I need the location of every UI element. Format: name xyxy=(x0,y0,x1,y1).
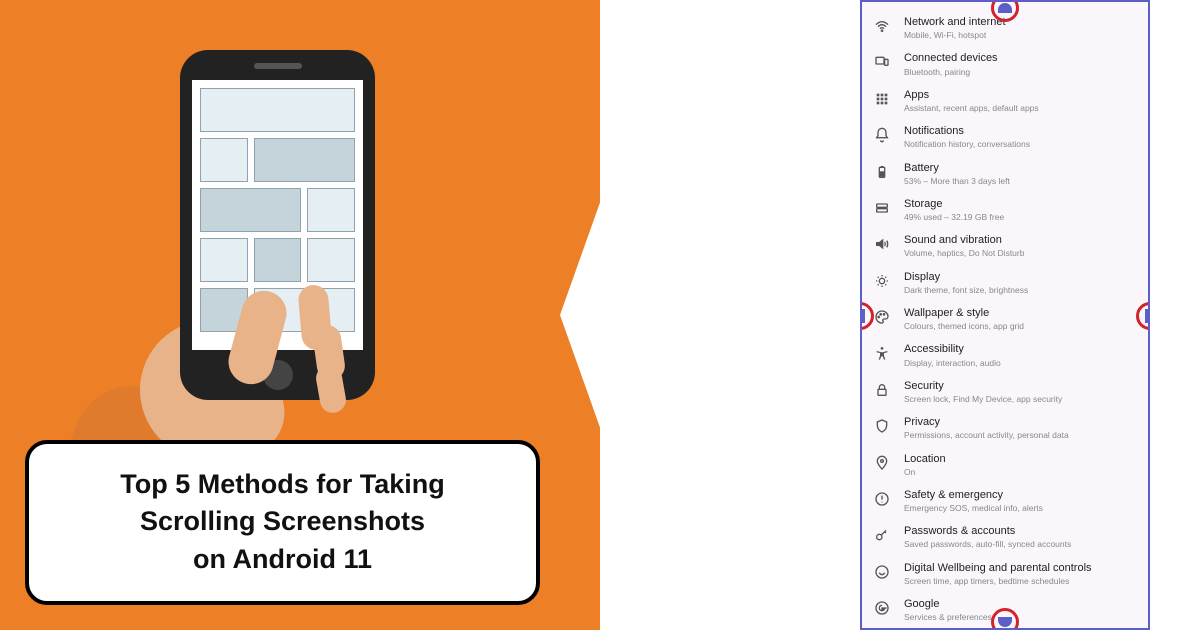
title-line-2: Scrolling Screenshots xyxy=(57,503,508,541)
settings-item-title: Safety & emergency xyxy=(904,489,1136,502)
settings-item-title: Privacy xyxy=(904,416,1136,429)
settings-item-subtitle: Mobile, Wi-Fi, hotspot xyxy=(904,30,1136,40)
settings-item-title: Battery xyxy=(904,162,1136,175)
settings-item-title: Sound and vibration xyxy=(904,234,1136,247)
settings-item-title: Display xyxy=(904,271,1136,284)
settings-item-subtitle: Notification history, conversations xyxy=(904,139,1136,149)
settings-item-subtitle: On xyxy=(904,467,1136,477)
battery-icon xyxy=(874,164,890,180)
settings-item-subtitle: 53% – More than 3 days left xyxy=(904,176,1136,186)
title-card: Top 5 Methods for Taking Scrolling Scree… xyxy=(25,440,540,605)
apps-icon xyxy=(874,91,890,107)
wifi-icon xyxy=(874,18,890,34)
settings-item-subtitle: Emergency SOS, medical info, alerts xyxy=(904,503,1136,513)
settings-item[interactable]: LocationOn xyxy=(874,447,1136,483)
settings-item[interactable]: Sound and vibrationVolume, haptics, Do N… xyxy=(874,228,1136,264)
settings-item-title: Wallpaper & style xyxy=(904,307,1136,320)
settings-item[interactable]: NotificationsNotification history, conve… xyxy=(874,119,1136,155)
settings-item[interactable]: Safety & emergencyEmergency SOS, medical… xyxy=(874,483,1136,519)
settings-item[interactable]: Battery53% – More than 3 days left xyxy=(874,156,1136,192)
settings-item-title: Connected devices xyxy=(904,52,1136,65)
settings-item-subtitle: Screen lock, Find My Device, app securit… xyxy=(904,394,1136,404)
devices-icon xyxy=(874,54,890,70)
settings-item-title: Network and internet xyxy=(904,16,1136,29)
settings-item-subtitle: Saved passwords, auto-fill, synced accou… xyxy=(904,539,1136,549)
settings-item-title: Digital Wellbeing and parental controls xyxy=(904,562,1136,575)
title-line-3: on Android 11 xyxy=(57,541,508,579)
settings-item-title: Security xyxy=(904,380,1136,393)
settings-item-subtitle: Screen time, app timers, bedtime schedul… xyxy=(904,576,1136,586)
settings-item[interactable]: Storage49% used – 32.19 GB free xyxy=(874,192,1136,228)
crop-handle-bottom[interactable] xyxy=(991,608,1019,630)
settings-item-subtitle: Assistant, recent apps, default apps xyxy=(904,103,1136,113)
settings-item[interactable]: Wallpaper & styleColours, themed icons, … xyxy=(874,301,1136,337)
title-line-1: Top 5 Methods for Taking xyxy=(57,466,508,504)
bell-icon xyxy=(874,127,890,143)
settings-item[interactable]: AppsAssistant, recent apps, default apps xyxy=(874,83,1136,119)
crop-handle-left[interactable] xyxy=(860,302,874,330)
settings-item-title: Location xyxy=(904,453,1136,466)
settings-item[interactable]: Digital Wellbeing and parental controlsS… xyxy=(874,556,1136,592)
settings-item[interactable]: Passwords & accountsSaved passwords, aut… xyxy=(874,519,1136,555)
settings-item-subtitle: 49% used – 32.19 GB free xyxy=(904,212,1136,222)
settings-item-subtitle: Bluetooth, pairing xyxy=(904,67,1136,77)
safety-icon xyxy=(874,491,890,507)
wedge-cut xyxy=(560,0,880,630)
settings-item[interactable]: DisplayDark theme, font size, brightness xyxy=(874,265,1136,301)
wellbeing-icon xyxy=(874,564,890,580)
settings-item-title: Passwords & accounts xyxy=(904,525,1136,538)
phone-illustration xyxy=(180,50,400,410)
palette-icon xyxy=(874,309,890,325)
lock-icon xyxy=(874,382,890,398)
settings-item-title: Google xyxy=(904,598,1136,611)
settings-item-title: Notifications xyxy=(904,125,1136,138)
settings-item[interactable]: Connected devices Bluetooth, pairing xyxy=(874,46,1136,82)
crop-handle-right[interactable] xyxy=(1136,302,1150,330)
settings-item-subtitle: Dark theme, font size, brightness xyxy=(904,285,1136,295)
settings-item[interactable]: Accessibility Display, interaction, audio xyxy=(874,337,1136,373)
settings-item-subtitle: Permissions, account activity, personal … xyxy=(904,430,1136,440)
settings-item-title: Storage xyxy=(904,198,1136,211)
android-settings-screenshot: Network and internetMobile, Wi-Fi, hotsp… xyxy=(860,0,1150,630)
sound-icon xyxy=(874,236,890,252)
storage-icon xyxy=(874,200,890,216)
settings-item-subtitle: Services & preferences xyxy=(904,612,1136,622)
display-icon xyxy=(874,273,890,289)
location-icon xyxy=(874,455,890,471)
key-icon xyxy=(874,527,890,543)
settings-item[interactable]: SecurityScreen lock, Find My Device, app… xyxy=(874,374,1136,410)
settings-item-subtitle: Volume, haptics, Do Not Disturb xyxy=(904,248,1136,258)
settings-item-title: Apps xyxy=(904,89,1136,102)
settings-item-subtitle: Colours, themed icons, app grid xyxy=(904,321,1136,331)
google-icon xyxy=(874,600,890,616)
settings-item-subtitle: Display, interaction, audio xyxy=(904,358,1136,368)
a11y-icon xyxy=(874,345,890,361)
privacy-icon xyxy=(874,418,890,434)
settings-item-title: Accessibility xyxy=(904,343,1136,356)
settings-item[interactable]: PrivacyPermissions, account activity, pe… xyxy=(874,410,1136,446)
